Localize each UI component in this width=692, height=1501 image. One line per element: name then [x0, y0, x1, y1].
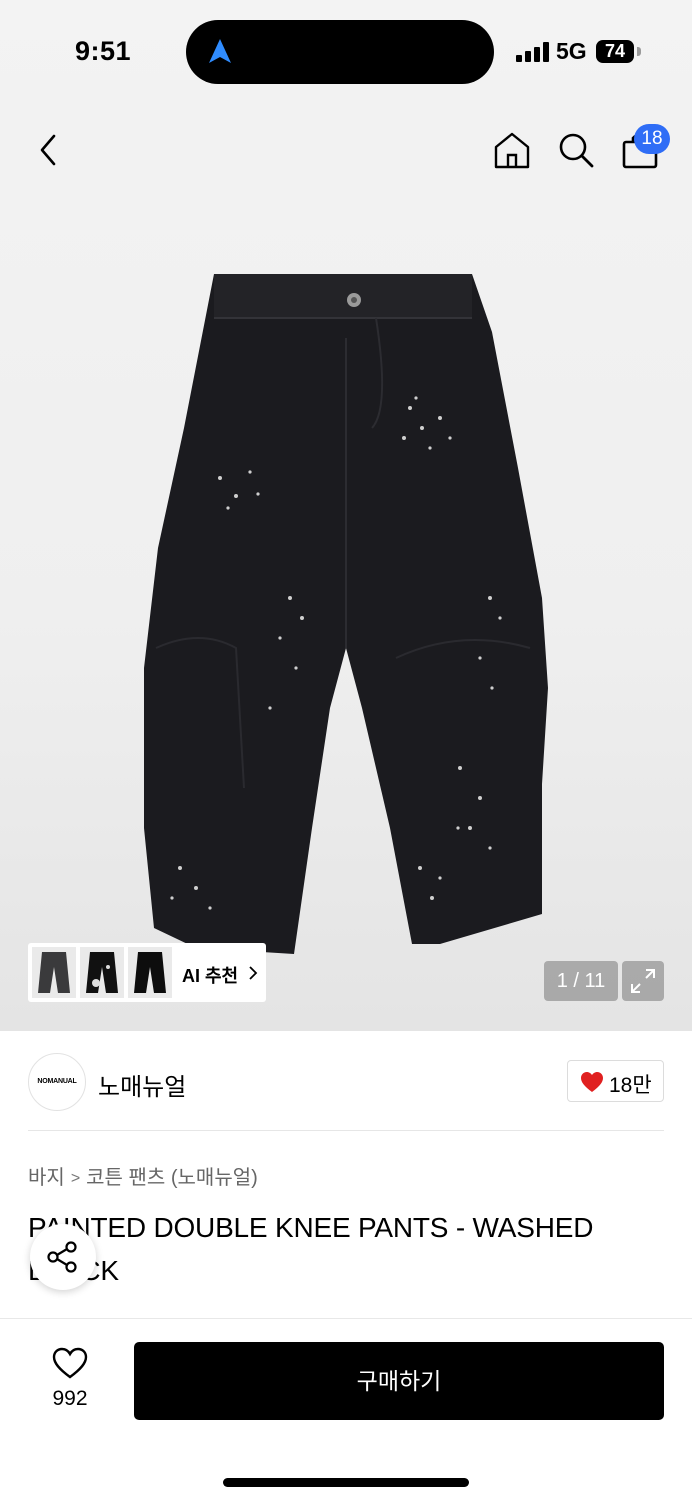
expand-icon	[631, 969, 655, 993]
wishlist-count: 992	[52, 1387, 88, 1410]
ai-recommend-button[interactable]: AI 추천	[28, 943, 266, 1002]
brand-name[interactable]: 노매뉴얼	[98, 1067, 186, 1102]
brand-logo[interactable]: NOMANUAL	[28, 1053, 86, 1111]
product-photo	[144, 274, 548, 954]
breadcrumb-item-category[interactable]: 바지	[28, 1161, 65, 1190]
signal-icon	[516, 42, 549, 62]
status-bar: 9:51 5G 74	[0, 0, 692, 100]
navigation-arrow-icon	[209, 39, 231, 63]
dynamic-island	[186, 20, 494, 84]
share-button[interactable]	[30, 1224, 96, 1290]
search-icon[interactable]	[556, 130, 596, 170]
product-title: PAINTED DOUBLE KNEE PANTS - WASHED BLACK	[28, 1212, 594, 1286]
thumbnail-pants-gray	[38, 952, 70, 993]
breadcrumb: 바지 > 코튼 팬츠 (노매뉴얼)	[28, 1161, 258, 1190]
thumbnail-1[interactable]	[32, 947, 76, 998]
image-counter: 1 / 11	[544, 961, 618, 1001]
chevron-right-icon: >	[70, 1170, 81, 1187]
brand-row[interactable]: NOMANUAL 노매뉴얼 18만	[0, 1031, 692, 1131]
divider	[28, 1130, 664, 1131]
thumbnail-pants-print	[86, 952, 118, 993]
expand-button[interactable]	[622, 961, 664, 1001]
thumbnail-2[interactable]	[80, 947, 124, 998]
brand-like-count: 18만	[609, 1074, 652, 1097]
breadcrumb-item-subcategory[interactable]: 코튼 팬츠 (노매뉴얼)	[86, 1161, 258, 1190]
share-icon	[47, 1241, 77, 1273]
ai-recommend-label: AI 추천	[182, 966, 239, 986]
heart-filled-icon	[581, 1072, 603, 1092]
thumbnail-pants-black	[134, 952, 166, 993]
home-indicator	[223, 1478, 469, 1487]
brand-like-button[interactable]: 18만	[567, 1060, 664, 1102]
back-icon[interactable]	[36, 132, 62, 168]
buy-button[interactable]: 구매하기	[134, 1342, 664, 1420]
status-time: 9:51	[75, 36, 132, 66]
battery-tip	[637, 47, 641, 56]
chevron-right-icon	[249, 966, 258, 980]
wishlist-button[interactable]: 992	[28, 1345, 112, 1410]
home-icon[interactable]	[492, 130, 532, 170]
cart-count-badge: 18	[634, 124, 670, 154]
network-label: 5G	[556, 38, 587, 64]
thumbnail-3[interactable]	[128, 947, 172, 998]
heart-outline-icon	[52, 1347, 88, 1379]
battery-icon: 74	[596, 40, 634, 63]
bottom-action-bar: 992 구매하기	[0, 1318, 692, 1501]
product-image-gallery[interactable]: 9:51 5G 74 18 AI 추천 1 / 11	[0, 0, 692, 1031]
